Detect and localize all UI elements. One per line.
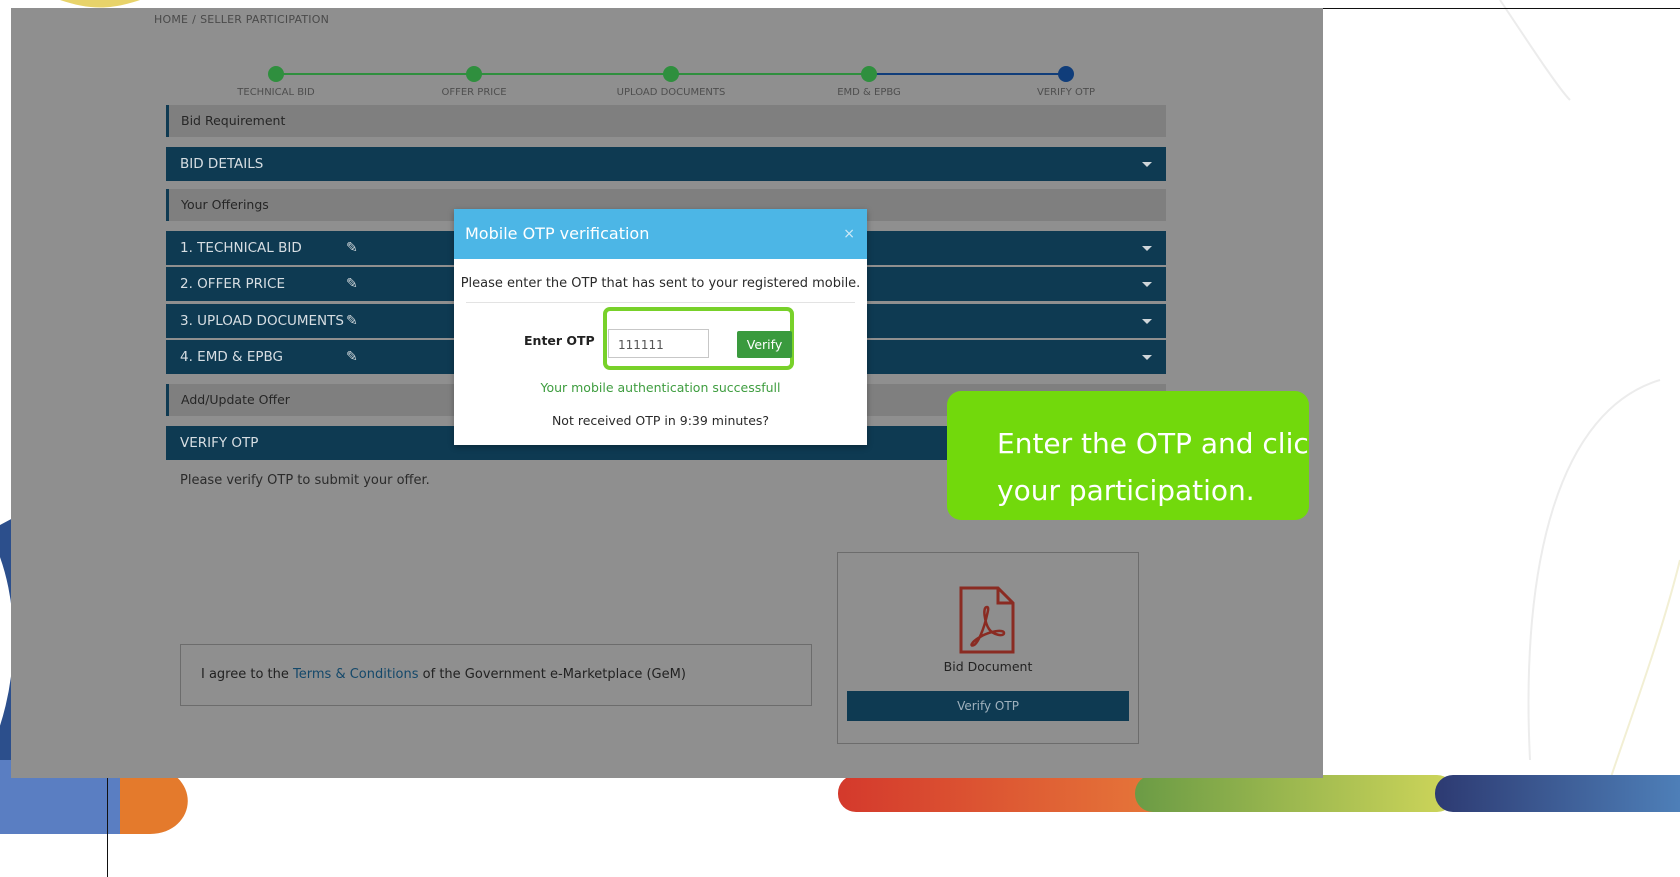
accordion-title: 2. OFFER PRICE	[180, 276, 285, 292]
verify-otp-button[interactable]: Verify OTP	[847, 691, 1129, 721]
verify-otp-note: Please verify OTP to submit your offer.	[180, 473, 430, 488]
decorative-bar-green	[1135, 775, 1455, 812]
section-bid-requirement: Bid Requirement	[166, 105, 1166, 137]
accordion-title: VERIFY OTP	[180, 435, 259, 451]
step-complete-dot	[663, 66, 679, 82]
caret-down-icon	[1142, 246, 1152, 251]
edit-icon[interactable]: ✎	[346, 267, 358, 301]
step-complete-dot	[861, 66, 877, 82]
otp-modal: Mobile OTP verification × Please enter t…	[454, 209, 867, 445]
progress-stepper: TECHNICAL BID OFFER PRICE UPLOAD DOCUMEN…	[176, 66, 1131, 106]
step-label: TECHNICAL BID	[237, 87, 315, 98]
step-active-dot	[1058, 66, 1074, 82]
caret-down-icon	[1142, 355, 1152, 360]
modal-header: Mobile OTP verification ×	[454, 209, 867, 259]
edit-icon[interactable]: ✎	[346, 340, 358, 374]
caret-down-icon	[1142, 162, 1152, 167]
edit-icon[interactable]: ✎	[346, 231, 358, 265]
breadcrumb-separator: /	[192, 13, 197, 26]
step-complete-dot	[268, 66, 284, 82]
otp-label: Enter OTP	[524, 333, 595, 348]
caret-down-icon	[1142, 319, 1152, 324]
terms-link[interactable]: Terms & Conditions	[293, 667, 419, 682]
breadcrumb-home[interactable]: HOME	[154, 13, 188, 26]
modal-title: Mobile OTP verification	[465, 224, 650, 243]
step-emd-epbg[interactable]: EMD & EPBG	[789, 66, 949, 98]
step-verify-otp[interactable]: VERIFY OTP	[986, 66, 1146, 98]
accordion-title: 3. UPLOAD DOCUMENTS	[180, 313, 344, 329]
terms-agreement: I agree to the Terms & Conditions of the…	[180, 644, 812, 706]
step-offer-price[interactable]: OFFER PRICE	[394, 66, 554, 98]
step-label: OFFER PRICE	[441, 87, 507, 98]
caret-down-icon	[1142, 282, 1152, 287]
decorative-bar-blue	[1435, 775, 1680, 812]
otp-resend-message: Not received OTP in 9:39 minutes?	[551, 413, 770, 428]
decorative-bar-red	[838, 775, 1178, 812]
terms-prefix: I agree to the	[201, 667, 289, 682]
accordion-title: BID DETAILS	[180, 156, 264, 172]
otp-input[interactable]	[608, 329, 709, 358]
edit-icon[interactable]: ✎	[346, 304, 358, 338]
modal-divider	[466, 302, 855, 303]
callout-line: Enter the OTP and click o	[997, 427, 1309, 460]
close-icon[interactable]: ×	[843, 209, 855, 259]
accordion-title: 4. EMD & EPBG	[180, 349, 284, 365]
step-label: EMD & EPBG	[837, 87, 901, 98]
pdf-icon[interactable]	[958, 585, 1016, 655]
step-label: UPLOAD DOCUMENTS	[616, 87, 726, 98]
breadcrumb: HOME / SELLER PARTICIPATION	[154, 13, 329, 26]
step-complete-dot	[466, 66, 482, 82]
otp-instruction: Please enter the OTP that has sent to yo…	[460, 276, 861, 291]
step-label: VERIFY OTP	[1036, 87, 1096, 98]
step-technical-bid[interactable]: TECHNICAL BID	[196, 66, 356, 98]
accordion-bid-details[interactable]: BID DETAILS	[166, 147, 1166, 181]
callout-text: Enter the OTP and click o your participa…	[997, 420, 1309, 514]
callout-line: your participation.	[997, 474, 1255, 507]
verify-button[interactable]: Verify	[737, 331, 792, 358]
breadcrumb-current: SELLER PARTICIPATION	[200, 13, 329, 26]
terms-suffix: of the Government e-Marketplace (GeM)	[422, 667, 686, 682]
app-screenshot: HOME / SELLER PARTICIPATION TECHNICAL BID …	[11, 8, 1323, 778]
bid-document-card: Bid Document Verify OTP	[837, 552, 1139, 744]
instruction-callout: Enter the OTP and click o your participa…	[947, 391, 1309, 520]
accordion-title: 1. TECHNICAL BID	[180, 240, 302, 256]
otp-success-message: Your mobile authentication successfull	[540, 380, 781, 395]
step-upload-documents[interactable]: UPLOAD DOCUMENTS	[591, 66, 751, 98]
bid-document-label: Bid Document	[943, 659, 1033, 674]
